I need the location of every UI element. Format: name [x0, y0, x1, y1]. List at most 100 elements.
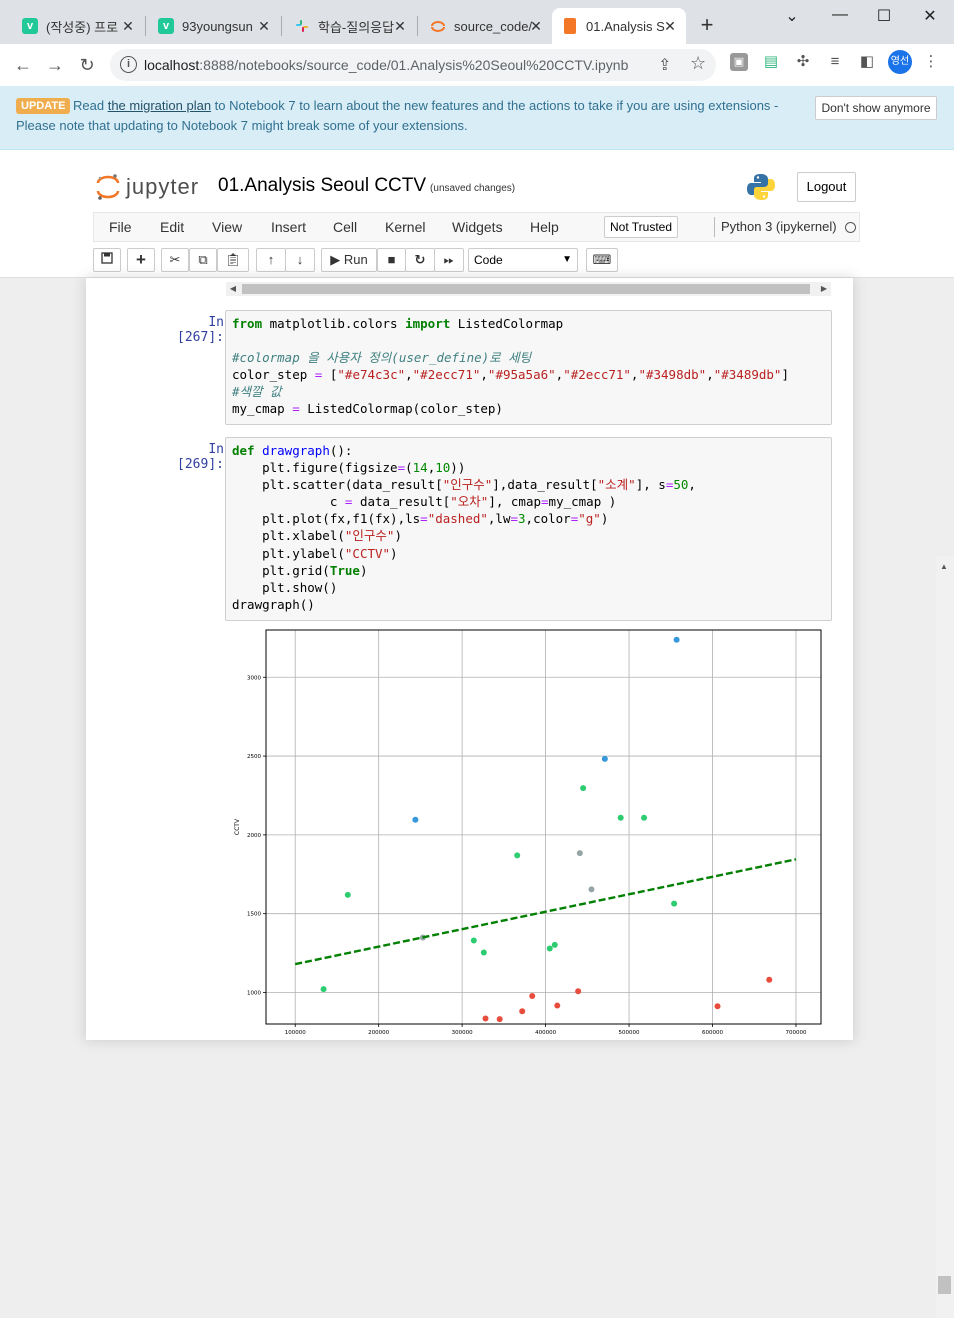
scatter-point	[671, 900, 678, 907]
run-button[interactable]: ▶ Run	[321, 248, 377, 272]
browser-tab-active[interactable]: 01.Analysis S ✕	[552, 8, 686, 44]
reload-icon[interactable]: ↻	[76, 54, 98, 76]
y-axis-label: CCTV	[234, 818, 241, 835]
profile-avatar[interactable]: 영선	[888, 50, 912, 74]
back-icon[interactable]: ←	[12, 54, 34, 76]
jupyter-logo-icon	[96, 174, 120, 200]
scatter-point	[546, 945, 553, 952]
kernel-idle-icon	[845, 222, 856, 233]
close-icon[interactable]: ✕	[392, 18, 408, 34]
scroll-left-icon[interactable]: ◀	[226, 282, 240, 296]
browser-tab-1[interactable]: v (작성중) 프로 ✕	[10, 8, 144, 44]
maximize-icon[interactable]: ☐	[874, 6, 894, 26]
notebook-title[interactable]: 01.Analysis Seoul CCTV (unsaved changes)	[218, 175, 515, 197]
menu-cell[interactable]: Cell	[333, 219, 357, 235]
minimize-icon[interactable]: —	[830, 6, 850, 24]
address-bar[interactable]: i localhost:8888/notebooks/source_code/0…	[110, 49, 716, 81]
output-horizontal-scrollbar[interactable]: ◀ ▶	[226, 282, 831, 296]
x-tick-label: 300000	[452, 1030, 473, 1036]
code-cell-input[interactable]: def drawgraph(): plt.figure(figsize=(14,…	[225, 437, 832, 621]
browser-tab-3[interactable]: 학습-질의응답 ✕	[282, 8, 416, 44]
move-down-button[interactable]: ↓	[285, 248, 315, 272]
menu-kernel[interactable]: Kernel	[385, 219, 425, 235]
move-up-button[interactable]: ↑	[256, 248, 286, 272]
menu-file[interactable]: File	[109, 219, 132, 235]
menu-insert[interactable]: Insert	[271, 219, 306, 235]
extension-icon[interactable]: ▣	[730, 53, 748, 71]
restart-run-all-button[interactable]: ⏩︎	[434, 248, 464, 272]
interrupt-button[interactable]: ■	[377, 248, 406, 272]
save-button[interactable]	[93, 248, 121, 272]
scrollbar-thumb[interactable]	[242, 284, 810, 294]
scatter-point	[714, 1003, 721, 1010]
notebook-icon	[564, 18, 576, 34]
cell-prompt: In [267]:	[177, 315, 224, 345]
cut-button[interactable]: ✂	[161, 248, 189, 272]
scatter-chart: 100000 200000 300000 400000 500000 600000 7000…	[234, 629, 822, 1036]
scroll-right-icon[interactable]: ▶	[817, 282, 831, 296]
scrollbar-thumb[interactable]	[938, 1276, 951, 1294]
puzzle-icon[interactable]: ✣	[794, 53, 812, 71]
plus-icon: +	[136, 250, 146, 269]
restart-icon: ↻	[414, 252, 426, 267]
insert-cell-button[interactable]: +	[127, 248, 155, 272]
cell-type-select[interactable]: Code ▼	[468, 248, 578, 272]
not-trusted-button[interactable]: Not Trusted	[604, 216, 679, 238]
menu-view[interactable]: View	[212, 219, 242, 235]
migration-plan-link[interactable]: the migration plan	[108, 98, 211, 113]
arrow-up-icon: ↑	[267, 252, 275, 267]
close-icon[interactable]: ✕	[528, 18, 544, 34]
save-status: (unsaved changes)	[430, 183, 516, 194]
info-icon[interactable]: i	[120, 56, 137, 73]
jupyter-logo[interactable]: jupyter	[96, 172, 199, 202]
y-tick-label: 2500	[247, 754, 261, 760]
scatter-point	[344, 891, 351, 898]
menu-widgets[interactable]: Widgets	[452, 219, 503, 235]
side-panel-icon[interactable]: ◧	[858, 53, 876, 71]
scissors-icon: ✂	[169, 252, 181, 267]
window-close-icon[interactable]: ✕	[920, 6, 940, 26]
code-cell-input[interactable]: from matplotlib.colors import ListedColo…	[225, 310, 832, 425]
logout-button[interactable]: Logout	[797, 172, 856, 202]
page-vertical-scrollbar[interactable]: ▲	[936, 556, 954, 1318]
paste-button[interactable]: 📋︎	[217, 248, 249, 272]
close-icon[interactable]: ✕	[256, 18, 272, 34]
forward-icon[interactable]: →	[44, 54, 66, 76]
media-control-icon[interactable]: ≡	[826, 53, 844, 71]
dont-show-anymore-button[interactable]: Don't show anymore	[815, 96, 937, 120]
x-tick-label: 700000	[785, 1030, 806, 1036]
scatter-point	[576, 850, 583, 857]
extension-icon[interactable]: ▤	[762, 53, 780, 71]
copy-button[interactable]: ⧉	[189, 248, 217, 272]
kernel-name[interactable]: Python 3 (ipykernel)	[721, 219, 837, 234]
browser-tab-2[interactable]: v 93youngsun ✕	[146, 8, 280, 44]
browser-tab-4[interactable]: source_code/ ✕	[418, 8, 552, 44]
y-tick-label: 1500	[247, 912, 261, 918]
command-palette-button[interactable]: ⌨	[586, 248, 618, 272]
jupyter-logo-text: jupyter	[126, 174, 200, 199]
plot-area	[266, 630, 821, 1024]
menu-dots-icon[interactable]: ⋮	[922, 53, 940, 71]
new-tab-button[interactable]: +	[696, 14, 718, 36]
share-icon[interactable]: ⇪	[658, 55, 671, 75]
url-text[interactable]: localhost:8888/notebooks/source_code/01.…	[144, 57, 628, 73]
menu-edit[interactable]: Edit	[160, 219, 184, 235]
close-icon[interactable]: ✕	[120, 18, 136, 34]
jupyter-favicon-icon	[430, 18, 446, 34]
scatter-point	[673, 636, 680, 643]
stop-icon: ■	[387, 252, 396, 267]
jupyter-header: jupyter 01.Analysis Seoul CCTV (unsaved c…	[0, 150, 954, 278]
scatter-point	[480, 949, 487, 956]
chevron-down-icon: ▼	[562, 254, 572, 265]
play-icon: ▶	[330, 252, 341, 267]
menu-help[interactable]: Help	[530, 219, 559, 235]
restart-button[interactable]: ↻	[405, 248, 435, 272]
vlog-icon: v	[158, 18, 174, 34]
bookmark-star-icon[interactable]: ☆	[690, 53, 706, 74]
close-icon[interactable]: ✕	[662, 18, 678, 34]
browser-toolbar: ← → ↻ i localhost:8888/notebooks/source_…	[0, 44, 954, 86]
scroll-up-icon[interactable]: ▲	[940, 562, 948, 571]
tab-strip: v (작성중) 프로 ✕ v 93youngsun ✕ 학습-질의응답 ✕ so…	[0, 0, 954, 44]
tab-search-icon[interactable]: ⌄	[782, 6, 802, 26]
scatter-point	[482, 1015, 489, 1022]
